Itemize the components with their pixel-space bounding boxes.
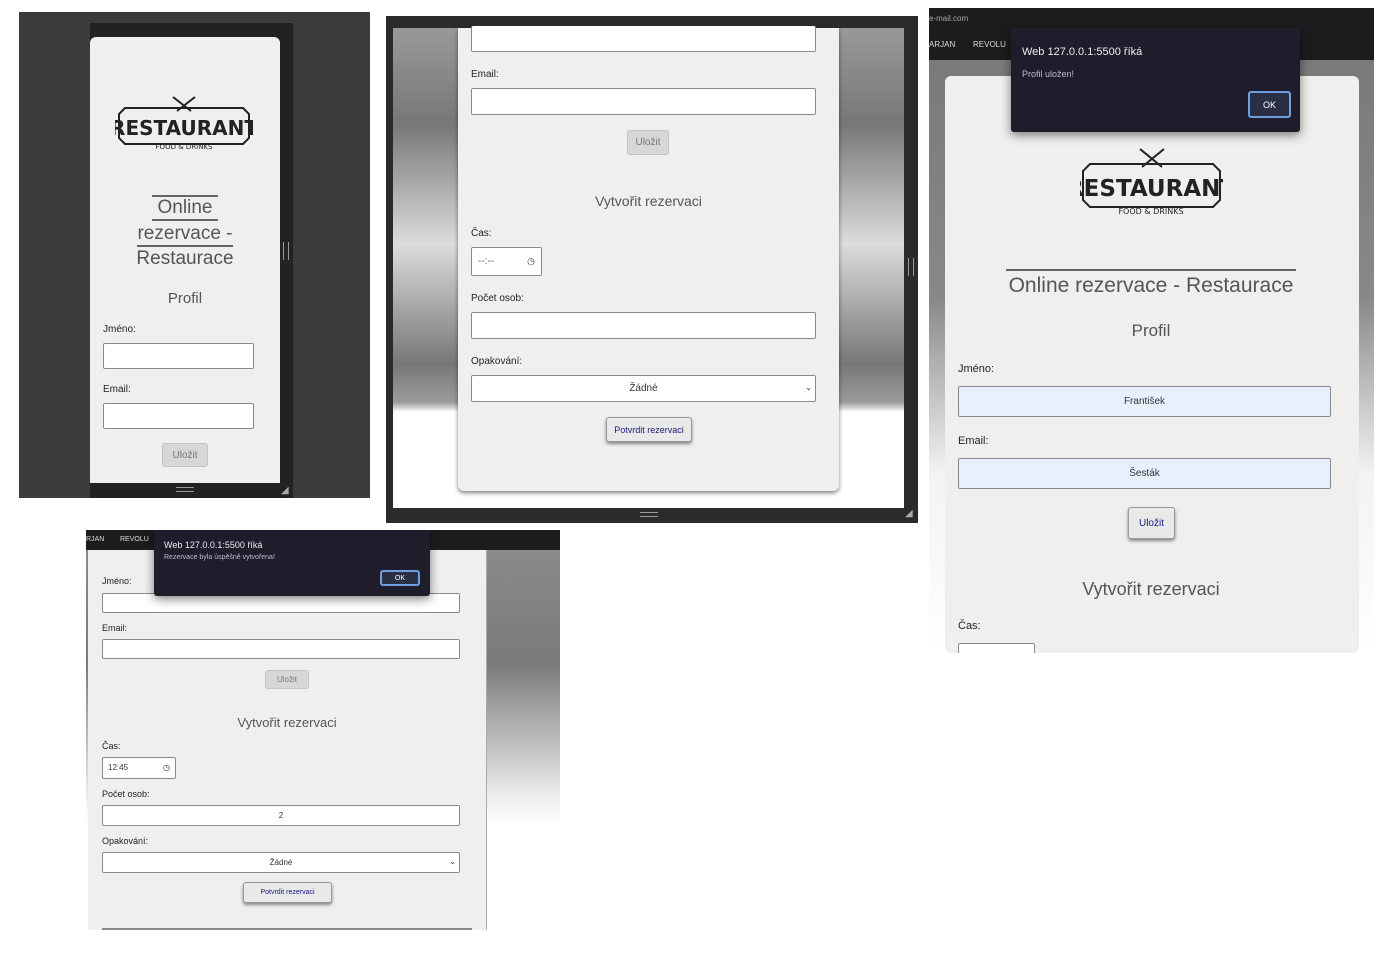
panel-reservation-created: RJAN REVOLU Jméno: Email: Uložit Vytvoři…	[86, 530, 560, 930]
restaurant-logo: RESTAURANT FOOD & DRINKS	[1080, 148, 1223, 216]
page-title: Online rezervace - Restaurace	[1008, 274, 1294, 297]
reservation-heading: Vytvořit rezervaci	[1082, 579, 1220, 599]
repeat-label: Opakování:	[102, 836, 149, 846]
persons-input[interactable]	[471, 312, 816, 339]
bookmark-item[interactable]: REVOLU	[973, 40, 1006, 49]
logo-subtext: FOOD & DRINKS	[156, 143, 213, 151]
dialog-message: Rezervace byla úspěšně vytvořena!	[164, 554, 275, 561]
save-button[interactable]: Uložit	[627, 130, 669, 155]
panel-profile-saved: e-mail.com ARJAN REVOLU RESTAURANT FOOD …	[929, 8, 1374, 653]
submit-reservation-button[interactable]: Potvrdit rezervaci	[243, 882, 332, 903]
dialog-title: Web 127.0.0.1:5500 říká	[1022, 46, 1143, 58]
title-rule	[1006, 269, 1296, 271]
persons-label: Počet osob:	[471, 293, 524, 304]
time-input[interactable]	[958, 643, 1035, 653]
email-input-value: Šesták	[1129, 467, 1160, 479]
time-placeholder: --:--	[478, 255, 495, 267]
reservation-heading: Vytvořit rezervaci	[237, 715, 337, 730]
time-label: Čas:	[958, 620, 981, 632]
time-label: Čas:	[102, 741, 121, 751]
resize-corner-icon[interactable]: ◢	[905, 508, 913, 519]
repeat-select[interactable]: Žádné ⌄	[102, 852, 460, 873]
reservation-heading: Vytvořit rezervaci	[595, 193, 702, 209]
repeat-label: Opakování:	[471, 356, 523, 367]
page-title-line: Restaurace	[136, 248, 234, 269]
email-label: Email:	[102, 623, 128, 633]
time-label: Čas:	[471, 228, 492, 239]
logo-text: RESTAURANT	[115, 116, 253, 140]
name-label: Jméno:	[102, 576, 132, 586]
bookmark-item[interactable]: REVOLU	[120, 536, 149, 543]
save-button[interactable]: Uložit	[1128, 507, 1175, 539]
persons-input-value: 2	[278, 810, 284, 820]
resize-handle-icon[interactable]	[908, 258, 914, 276]
time-input-value: 12:45	[108, 763, 129, 772]
dialog-ok-button[interactable]: OK	[1248, 91, 1291, 118]
persons-label: Počet osob:	[102, 789, 150, 799]
chevron-down-icon: ⌄	[805, 383, 812, 392]
resize-handle-icon[interactable]	[283, 242, 289, 260]
email-label: Email:	[958, 435, 989, 447]
repeat-select-value: Žádné	[269, 857, 293, 867]
page-title: Online rezervace - Restaurace	[115, 195, 255, 271]
email-input[interactable]	[103, 403, 254, 429]
bottom-handle-icon[interactable]	[176, 487, 194, 492]
page-title-line: rezervace -	[137, 223, 233, 247]
time-input[interactable]: --:-- ◷	[471, 247, 542, 276]
name-label: Jméno:	[103, 324, 136, 335]
dialog-ok-button[interactable]: OK	[380, 570, 420, 586]
email-label: Email:	[471, 69, 499, 80]
dialog-message: Profil uložen!	[1022, 69, 1075, 79]
bookmark-item[interactable]: ARJAN	[929, 40, 955, 49]
submit-reservation-button[interactable]: Potvrdit rezervaci	[606, 417, 692, 442]
next-input-cutoff	[102, 928, 472, 930]
bookmark-item[interactable]: RJAN	[86, 536, 104, 543]
name-input[interactable]	[103, 343, 254, 369]
alert-dialog: Web 127.0.0.1:5500 říká Rezervace byla ú…	[154, 530, 430, 596]
panel-mobile: RESTAURANT FOOD & DRINKS Online rezervac…	[19, 12, 370, 498]
time-input[interactable]: 12:45 ◷	[102, 757, 176, 779]
save-button[interactable]: Uložit	[265, 670, 309, 689]
logo-text: RESTAURANT	[1080, 176, 1223, 202]
profile-heading: Profil	[167, 290, 203, 307]
profile-heading: Profil	[1131, 321, 1171, 340]
dialog-title: Web 127.0.0.1:5500 říká	[164, 540, 263, 550]
bottom-handle-icon[interactable]	[640, 512, 658, 517]
email-input[interactable]	[471, 88, 816, 115]
name-input[interactable]	[102, 593, 460, 613]
clock-icon[interactable]: ◷	[527, 257, 535, 266]
email-input[interactable]	[102, 639, 460, 659]
email-input[interactable]: Šesták	[958, 458, 1331, 489]
restaurant-logo: RESTAURANT FOOD & DRINKS	[115, 96, 253, 151]
email-label: Email:	[103, 384, 131, 395]
url-fragment: e-mail.com	[929, 14, 969, 23]
panel-reservation: Email: Uložit Vytvořit rezervaci Čas: --…	[386, 16, 918, 523]
clock-icon[interactable]: ◷	[163, 764, 170, 772]
page-title-line: Online	[151, 195, 219, 221]
repeat-select[interactable]: Žádné ⌄	[471, 375, 816, 402]
name-label: Jméno:	[958, 363, 995, 375]
alert-dialog: Web 127.0.0.1:5500 říká Profil uložen! O…	[1011, 28, 1300, 132]
name-input[interactable]: František	[958, 386, 1331, 417]
resize-corner-icon[interactable]: ◢	[281, 485, 289, 496]
chevron-down-icon: ⌄	[449, 857, 456, 866]
persons-input[interactable]: 2	[102, 805, 460, 826]
save-button[interactable]: Uložit	[162, 443, 208, 467]
logo-subtext: FOOD & DRINKS	[1118, 207, 1183, 216]
top-input-cutoff	[471, 26, 816, 52]
repeat-select-value: Žádné	[629, 382, 658, 394]
name-input-value: František	[1123, 395, 1166, 407]
